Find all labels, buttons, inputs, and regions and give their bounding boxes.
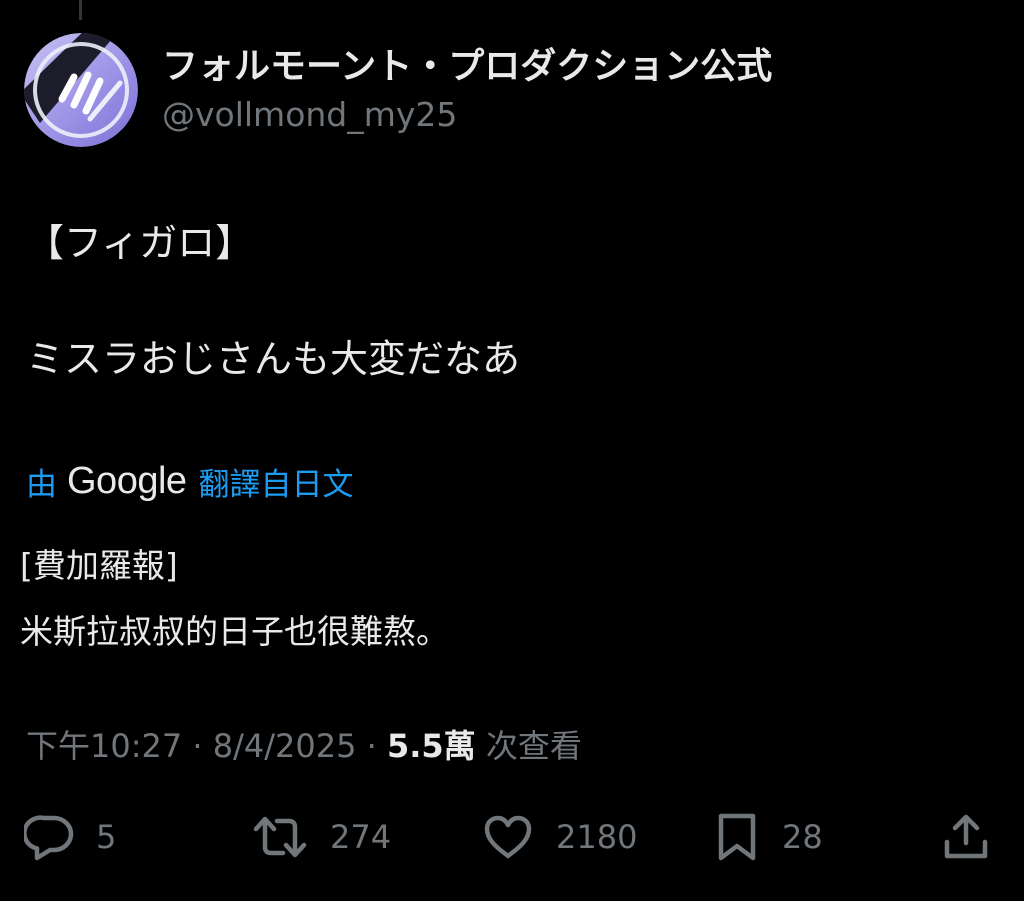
google-logo-text: Google [67, 459, 187, 502]
speech-bubble-icon [24, 815, 74, 861]
post-date[interactable]: 8/4/2025 [213, 727, 357, 765]
bookmark-icon [718, 813, 756, 861]
share-button[interactable] [940, 812, 992, 862]
translated-text-line-1: [費加羅報] [20, 546, 178, 585]
views-label: 次查看 [485, 727, 582, 765]
author-display-name[interactable]: フォルモーント・プロダクション公式 [162, 44, 772, 90]
author-handle[interactable]: @vollmond_my25 [162, 94, 457, 136]
translation-source-link[interactable]: 翻譯自日文 [199, 459, 354, 504]
reply-count: 5 [96, 818, 117, 856]
translated-text-line-2: 米斯拉叔叔的日子也很難熬。 [20, 612, 449, 651]
avatar-logo-icon [24, 33, 138, 147]
translation-attribution[interactable]: 由 Google 翻譯自日文 [26, 458, 354, 504]
like-button[interactable]: 2180 [482, 812, 637, 862]
meta-separator: · [366, 727, 377, 765]
translation-prefix: 由 [26, 466, 57, 503]
thread-connector-line [79, 0, 82, 20]
meta-separator: · [192, 727, 203, 765]
reply-button[interactable]: 5 [24, 812, 116, 862]
post-time[interactable]: 下午10:27 [26, 727, 182, 765]
post-text-line-1: 【フィガロ】 [26, 221, 254, 265]
bookmark-count: 28 [782, 818, 823, 856]
bookmark-button[interactable]: 28 [714, 812, 823, 862]
retweet-count: 274 [330, 818, 392, 856]
retweet-icon [253, 816, 307, 858]
share-upload-icon [944, 814, 988, 859]
post-text-line-2: ミスラおじさんも大変だなあ [26, 337, 521, 381]
like-count: 2180 [556, 818, 638, 856]
avatar[interactable] [24, 33, 138, 147]
views-count: 5.5萬 [386, 727, 476, 765]
heart-icon [484, 815, 532, 859]
post-metadata: 下午10:27 · 8/4/2025 · 5.5萬 次查看 [26, 724, 582, 768]
retweet-button[interactable]: 274 [252, 812, 391, 862]
